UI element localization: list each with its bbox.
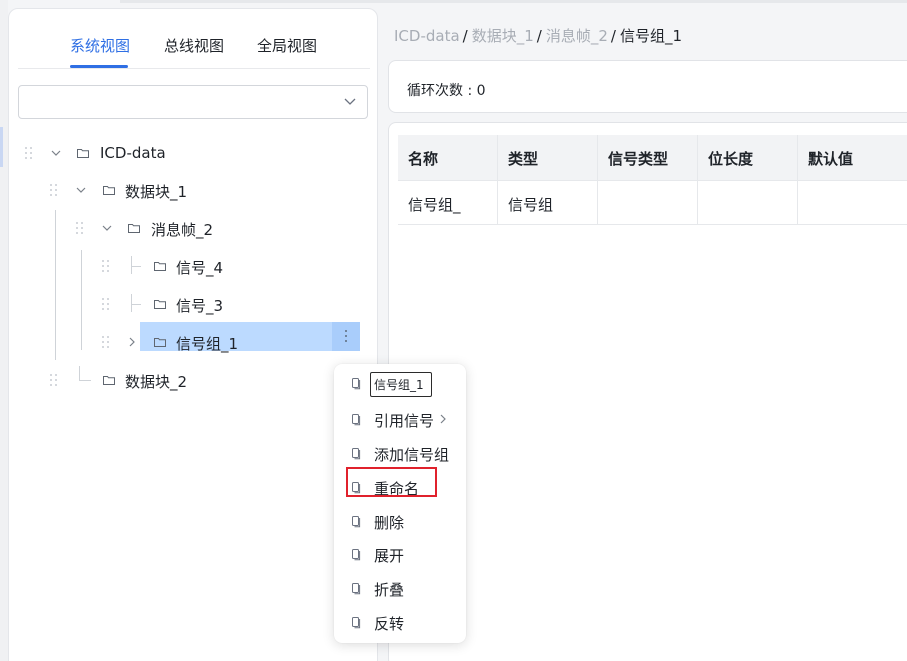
table-cell <box>598 181 698 225</box>
loop-count-text: 循环次数 : 0 <box>407 83 486 99</box>
table-cell: 信号组 <box>498 181 598 225</box>
folder-icon <box>154 300 166 309</box>
copy-icon <box>352 583 361 595</box>
tree-node-icd-data[interactable]: ICD-data <box>0 138 370 168</box>
breadcrumb-separator: / <box>462 27 468 45</box>
drag-handle-icon[interactable] <box>50 374 58 386</box>
breadcrumb-separator: / <box>610 27 616 45</box>
tree-node-label: 数据块_1 <box>125 183 188 201</box>
tree-node-label: 信号组_1 <box>176 335 239 353</box>
tree-node-label: 消息帧_2 <box>151 221 214 239</box>
menu-item-collapse[interactable]: 折叠 <box>334 573 466 603</box>
copy-icon <box>352 516 361 528</box>
chevron-down-icon[interactable] <box>74 183 88 197</box>
copy-icon <box>352 414 361 426</box>
menu-item-rename-input[interactable] <box>334 368 466 398</box>
context-menu: 引用信号 添加信号组 重命名 删除 展开 折叠 反转 <box>334 364 466 643</box>
breadcrumb-item[interactable]: ICD-data <box>394 27 460 45</box>
active-tab-indicator <box>70 65 128 68</box>
table-cell: 信号组_ <box>398 181 498 225</box>
menu-item-label: 删除 <box>374 514 405 532</box>
drag-handle-icon[interactable] <box>25 147 33 159</box>
breadcrumb-separator: / <box>536 27 542 45</box>
copy-icon <box>352 549 361 561</box>
column-header-name[interactable]: 名称 <box>398 135 498 181</box>
chevron-down-icon[interactable] <box>49 146 63 160</box>
menu-item-label: 折叠 <box>374 581 405 599</box>
copy-icon <box>352 448 361 460</box>
folder-icon <box>154 262 166 271</box>
menu-item-reverse[interactable]: 反转 <box>334 607 466 637</box>
tree-node-label: 信号_3 <box>176 297 224 315</box>
breadcrumb-current: 信号组_1 <box>619 27 682 45</box>
chevron-right-icon <box>440 414 446 424</box>
table-cell <box>698 181 798 225</box>
tree-node-signal-group-1[interactable]: 信号组_1 <box>0 327 370 357</box>
tree-node-frame-2[interactable]: 消息帧_2 <box>0 213 370 243</box>
chevron-down-icon <box>344 98 356 105</box>
menu-item-delete[interactable]: 删除 <box>334 506 466 536</box>
tree-node-label: 数据块_2 <box>125 373 188 391</box>
menu-item-label: 反转 <box>374 615 405 633</box>
drag-handle-icon[interactable] <box>102 298 110 310</box>
tree-node-block-2[interactable]: 数据块_2 <box>0 365 330 395</box>
chevron-right-icon[interactable] <box>125 335 139 349</box>
folder-icon <box>128 224 140 233</box>
column-header-default-value[interactable]: 默认值 <box>798 135 907 181</box>
drag-handle-icon[interactable] <box>102 260 110 272</box>
tab-global-view[interactable]: 全局视图 <box>257 35 317 56</box>
column-header-bit-length[interactable]: 位长度 <box>698 135 798 181</box>
drag-handle-icon[interactable] <box>50 184 58 196</box>
rename-input[interactable] <box>370 372 432 397</box>
tree-node-signal-4[interactable]: 信号_4 <box>0 251 370 281</box>
menu-item-add-signal-group[interactable]: 添加信号组 <box>334 438 466 468</box>
menu-item-label: 引用信号 <box>374 412 435 430</box>
breadcrumb: ICD-data / 数据块_1/消息帧_2/信号组_1 <box>394 25 682 46</box>
tree-node-label: 信号_4 <box>176 259 224 277</box>
menu-item-reference-signal[interactable]: 引用信号 <box>334 404 466 434</box>
drag-handle-icon[interactable] <box>102 336 110 348</box>
breadcrumb-item[interactable]: 数据块_1 <box>472 27 534 45</box>
tab-system-view[interactable]: 系统视图 <box>70 35 130 56</box>
folder-icon <box>154 338 166 347</box>
table-header-row: 名称 类型 信号类型 位长度 默认值 <box>398 135 907 181</box>
signal-table: 名称 类型 信号类型 位长度 默认值 信号组_ 信号组 <box>398 135 907 225</box>
table-row[interactable]: 信号组_ 信号组 <box>398 181 907 225</box>
tree-filter-select[interactable] <box>18 85 368 119</box>
view-tabs: 系统视图 总线视图 全局视图 <box>18 9 370 69</box>
tree-node-label: ICD-data <box>100 144 166 162</box>
folder-icon <box>103 186 115 195</box>
tree-node-block-1[interactable]: 数据块_1 <box>0 175 370 205</box>
chevron-down-icon[interactable] <box>100 221 114 235</box>
top-divider <box>120 0 907 3</box>
column-header-type[interactable]: 类型 <box>498 135 598 181</box>
column-header-signal-type[interactable]: 信号类型 <box>598 135 698 181</box>
folder-icon <box>77 149 89 158</box>
menu-item-label: 添加信号组 <box>374 446 450 464</box>
loop-count-card: 循环次数 : 0 <box>388 60 907 113</box>
rename-highlight-annotation <box>346 467 437 497</box>
more-actions-icon[interactable] <box>332 322 360 351</box>
tab-bus-view[interactable]: 总线视图 <box>164 35 224 56</box>
breadcrumb-item[interactable]: 消息帧_2 <box>546 27 608 45</box>
menu-item-label: 展开 <box>374 547 405 565</box>
tree-node-signal-3[interactable]: 信号_3 <box>0 289 370 319</box>
menu-item-expand[interactable]: 展开 <box>334 539 466 569</box>
copy-icon <box>352 378 361 390</box>
folder-icon <box>103 376 115 385</box>
table-cell <box>798 181 907 225</box>
drag-handle-icon[interactable] <box>76 222 84 234</box>
copy-icon <box>352 617 361 629</box>
